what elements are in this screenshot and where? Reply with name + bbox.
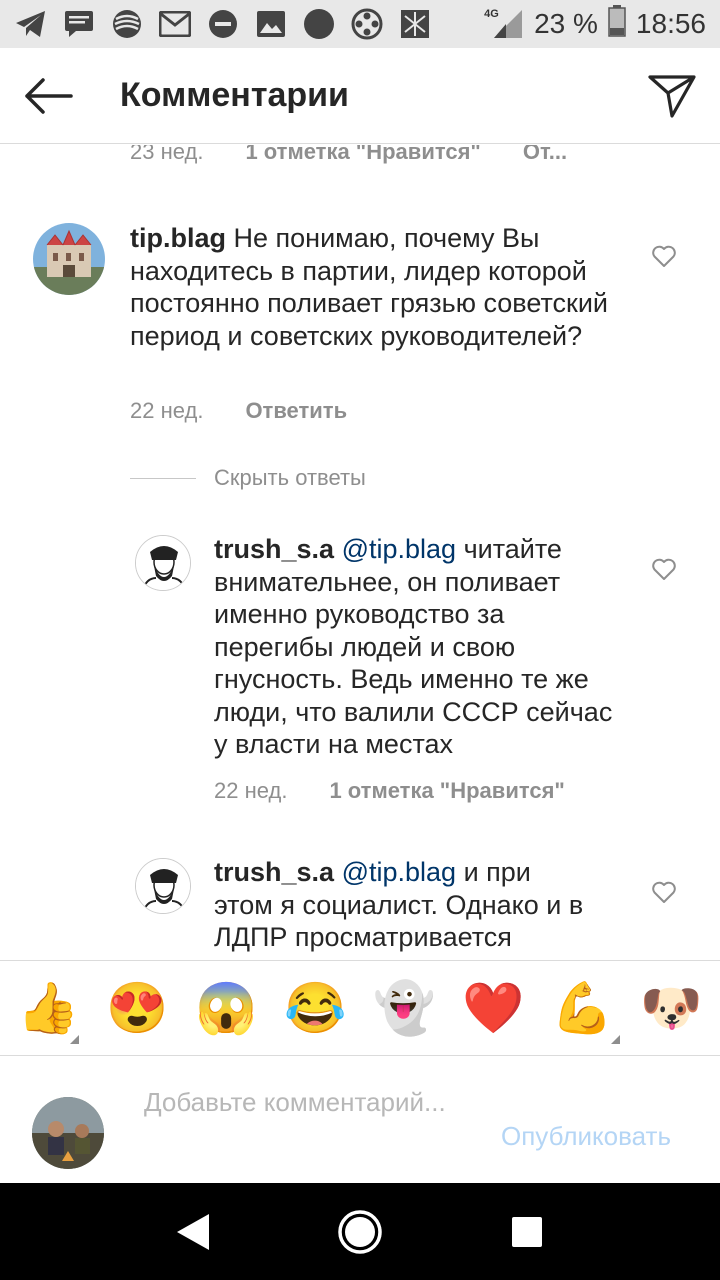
battery-icon [608,4,626,44]
mail-icon [158,9,192,39]
comment-time: 22 нед. [130,398,204,423]
signal-icon: 4G [484,8,524,40]
clock: 18:56 [635,8,706,39]
avatar[interactable] [33,223,105,295]
comment-input[interactable]: Добавьте комментарий... [144,1085,484,1119]
comment-meta: 22 нед. 1 отметка "Нравится" [214,778,565,804]
flexed-biceps-emoji[interactable]: 💪 [551,983,615,1033]
bank-icon [110,9,144,39]
avatar[interactable] [135,858,191,914]
battery-percent: 23 % [534,8,598,39]
back-button[interactable] [0,48,96,144]
comment-text: tip.blag Не понимаю, почему Вы находитес… [130,222,620,352]
comment-time: 22 нед. [214,778,288,803]
mention-link[interactable]: @tip.blag [342,857,456,887]
comment-text: trush_s.a @tip.blag читайте внимательнее… [214,533,624,761]
app-bar: Комментарии [0,48,720,144]
notification-icons [14,8,432,40]
comment-username[interactable]: trush_s.a [214,857,334,887]
system-status: 4G 23 % 18:56 [484,4,706,44]
system-nav-bar [0,1183,720,1280]
scream-emoji[interactable]: 😱 [195,983,259,1033]
comment-username[interactable]: trush_s.a [214,534,334,564]
comment-composer: Добавьте комментарий... Опубликовать [0,1057,720,1183]
status-bar: 4G 23 % 18:56 [0,0,720,48]
skin-tone-indicator [611,1035,620,1044]
dog-face-emoji[interactable]: 🐶 [640,983,704,1033]
red-heart-emoji[interactable]: ❤️ [462,983,526,1033]
comment-body: читайте внимательнее, он поливает именно… [214,534,613,759]
circle-icon [302,9,336,39]
comment-meta: 22 нед. Ответить [130,398,347,424]
square-recents-icon [511,1216,542,1247]
page-title: Комментарии [120,76,349,114]
comments-list: 23 нед. 1 отметка "Нравится" От... tip.b… [0,145,720,960]
dnd-icon [206,9,240,39]
share-button[interactable] [624,48,720,144]
skin-tone-indicator [70,1035,79,1044]
message-icon [62,9,96,39]
image-icon [254,9,288,39]
heart-icon[interactable] [651,244,677,268]
nav-home-button[interactable] [330,1202,390,1262]
reply-item: trush_s.a @tip.blag и при этом я социали… [0,848,720,960]
heart-icon[interactable] [651,557,677,581]
mention-link[interactable]: @tip.blag [342,534,456,564]
heart-eyes-emoji[interactable]: 😍 [106,983,170,1033]
nav-recents-button[interactable] [497,1202,557,1262]
hide-replies-label: Скрыть ответы [214,465,366,490]
avatar[interactable] [135,535,191,591]
triangle-back-icon [177,1213,210,1250]
app-icon [398,9,432,39]
comment-username[interactable]: tip.blag [130,223,226,253]
publish-button[interactable]: Опубликовать [501,1121,671,1152]
reply-link[interactable]: Ответить [245,398,347,424]
network-type: 4G [484,8,499,20]
reply-item: trush_s.a @tip.blag читайте внимательнее… [0,525,720,825]
likes-count[interactable]: 1 отметка "Нравится" [329,778,564,804]
hide-replies-button[interactable]: Скрыть ответы [130,465,366,491]
divider [130,477,196,479]
film-reel-icon [350,8,384,40]
ghost-emoji[interactable]: 👻 [373,983,437,1033]
current-user-avatar [32,1097,104,1169]
comment-item: tip.blag Не понимаю, почему Вы находитес… [0,145,720,445]
nav-back-button[interactable] [163,1202,223,1262]
send-icon [648,74,696,118]
heart-icon[interactable] [651,880,677,904]
telegram-icon [14,9,48,39]
circle-home-icon [338,1209,382,1254]
thumbs-up-emoji[interactable]: 👍 [17,983,81,1033]
tears-of-joy-emoji[interactable]: 😂 [284,983,348,1033]
arrow-left-icon [25,77,73,114]
comment-text: trush_s.a @tip.blag и при этом я социали… [214,856,584,954]
